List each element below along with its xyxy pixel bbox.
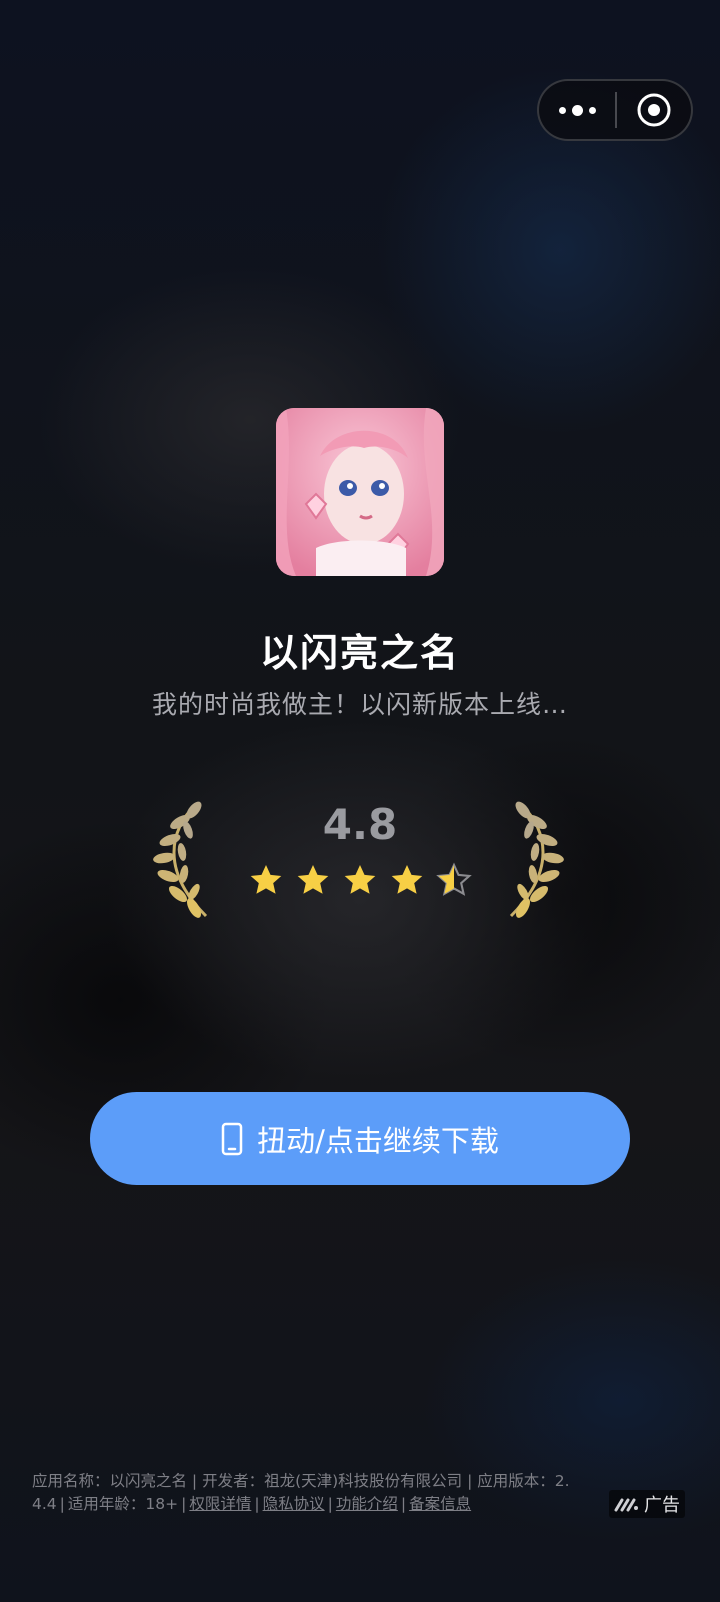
app-icon[interactable] xyxy=(276,408,444,576)
ad-logo-icon xyxy=(614,1498,638,1512)
more-button[interactable] xyxy=(539,81,615,139)
app-tagline: 我的时尚我做主！以闪新版本上线… xyxy=(151,690,568,719)
ad-label: 广告 xyxy=(644,1495,680,1516)
footer-age: 适用年龄：18+ xyxy=(67,1495,179,1513)
target-close-icon xyxy=(637,93,671,127)
star-full-icon xyxy=(297,865,329,894)
star-full-icon xyxy=(344,865,376,894)
rating-stars xyxy=(248,862,472,902)
download-button-label: 扭动/点击继续下载 xyxy=(257,1123,499,1158)
close-button[interactable] xyxy=(617,81,691,139)
app-icon-artwork xyxy=(276,408,444,576)
more-dots-icon xyxy=(558,106,566,114)
filing-info-link[interactable]: 备案信息 xyxy=(409,1495,471,1513)
footer-separator: | xyxy=(254,1495,260,1513)
footer-version-tail: 4.4 xyxy=(32,1495,57,1513)
star-half-icon xyxy=(436,862,472,896)
app-info-footer: 应用名称：以闪亮之名 | 开发者：祖龙(天津)科技股份有限公司 | 应用版本：2… xyxy=(32,1470,592,1516)
download-button[interactable]: 扭动/点击继续下载 xyxy=(90,1092,630,1185)
footer-separator: | xyxy=(400,1495,407,1513)
star-full-icon xyxy=(250,865,282,894)
permissions-link[interactable]: 权限详情 xyxy=(189,1495,251,1513)
privacy-link[interactable]: 隐私协议 xyxy=(263,1495,325,1513)
footer-separator: | xyxy=(181,1495,187,1513)
rating-score: 4.8 xyxy=(322,800,398,849)
more-dot-right xyxy=(588,106,596,114)
app-name: 以闪亮之名 xyxy=(259,631,460,675)
footer-separator: | xyxy=(327,1495,333,1513)
footer-separator: | xyxy=(59,1495,65,1513)
phone-icon xyxy=(221,1122,243,1155)
star-full-icon xyxy=(391,865,423,894)
footer-line1: 应用名称：以闪亮之名 | 开发者：祖龙(天津)科技股份有限公司 | 应用版本：2… xyxy=(32,1472,570,1490)
miniprogram-capsule xyxy=(537,79,693,141)
ad-badge[interactable]: 广告 xyxy=(609,1490,685,1518)
more-dot-center xyxy=(571,104,583,116)
features-link[interactable]: 功能介绍 xyxy=(336,1495,398,1513)
